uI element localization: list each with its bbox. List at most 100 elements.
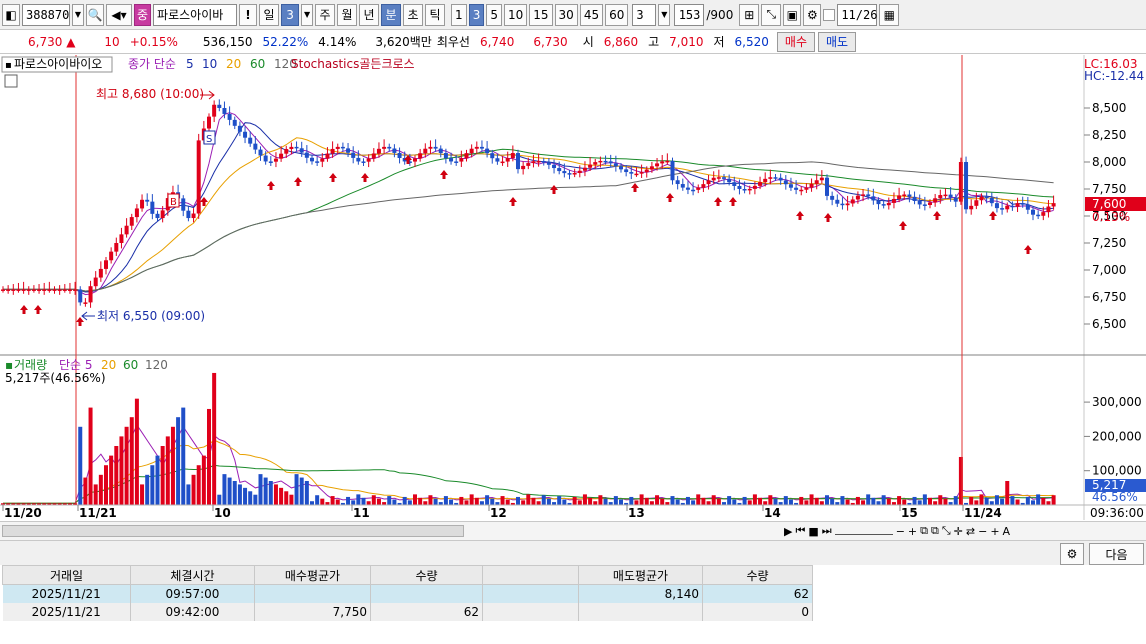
candle — [114, 243, 119, 252]
candle — [37, 289, 42, 291]
volume-bar — [505, 499, 510, 505]
zoom-in-icon[interactable]: + — [908, 525, 917, 538]
best-label: 최우선 — [436, 35, 470, 49]
plus-icon[interactable]: + — [990, 525, 999, 538]
candle — [943, 194, 948, 197]
minute-45[interactable]: 45 — [579, 3, 604, 26]
zoom-out-icon[interactable]: − — [896, 525, 905, 538]
text-icon[interactable]: A — [1003, 525, 1011, 538]
candle — [835, 199, 840, 204]
minute-10[interactable]: 10 — [503, 3, 528, 26]
draw-tool-icon[interactable]: ⤡ — [761, 3, 782, 26]
candle — [351, 152, 356, 158]
panel-icon-1[interactable]: ⧉ — [920, 524, 928, 538]
count-input[interactable]: 153 — [674, 3, 705, 26]
period-minute[interactable]: 분 — [381, 3, 402, 26]
period-day[interactable]: 일 — [259, 3, 280, 26]
date-input[interactable]: 11/26 — [837, 3, 877, 26]
chart-list-icon[interactable] — [4, 74, 18, 88]
volume-bar — [310, 501, 314, 505]
code-dropdown[interactable]: ▼ — [72, 3, 84, 26]
minute-5[interactable]: 5 — [486, 3, 502, 26]
volume-bar — [655, 495, 660, 505]
crosshair-icon[interactable]: ✛ — [954, 525, 963, 538]
period-week[interactable]: 주 — [315, 3, 336, 26]
search-icon[interactable]: 🔍 — [86, 3, 104, 26]
turnover-pct: 4.14% — [318, 34, 357, 49]
trade-amount: 3,620백만 — [375, 35, 432, 49]
date-checkbox[interactable] — [823, 8, 836, 21]
custom-minute-input[interactable]: 3 — [632, 3, 657, 26]
speaker-icon[interactable]: ◀▾ — [106, 3, 132, 26]
stock-chart[interactable]: ▪ 파로스아이바이오 종가 단순 5 10 20 60 120 Stochastics골든… — [0, 55, 1146, 520]
window-icon[interactable]: ◧ — [2, 3, 20, 26]
minute-15[interactable]: 15 — [529, 3, 553, 26]
volume-bar — [546, 498, 551, 505]
candle — [727, 178, 732, 183]
settings-icon[interactable]: ⚙ — [803, 3, 822, 26]
candle — [572, 173, 577, 175]
candle — [516, 153, 520, 170]
volume: 536,150 — [202, 34, 253, 49]
draw-icon[interactable]: ⤡ — [942, 524, 951, 538]
volume-bar — [541, 495, 546, 505]
minute-30[interactable]: 30 — [554, 3, 578, 26]
save-icon[interactable]: ▣ — [783, 3, 802, 26]
scroll-last-icon[interactable]: ⏭ — [822, 524, 832, 538]
period-dropdown[interactable]: ▼ — [301, 3, 314, 26]
scroll-thumb[interactable] — [2, 525, 464, 537]
sell-button[interactable]: 매도 — [818, 31, 857, 52]
candle — [474, 146, 479, 149]
panel-icon-2[interactable]: ⧉ — [931, 524, 939, 538]
alert-button[interactable]: ! — [239, 3, 258, 26]
minute-3[interactable]: 3 — [468, 3, 485, 26]
volume-bar — [840, 496, 845, 505]
table-row[interactable]: 2025/11/21 09:57:00 8,140 62 — [2, 584, 813, 603]
panel-settings-button[interactable]: ⚙ — [1060, 543, 1084, 565]
header-date: 거래일 — [2, 565, 131, 585]
candle — [634, 173, 639, 176]
candle — [340, 146, 345, 149]
volume-bar — [150, 465, 155, 505]
period-second[interactable]: 초 — [403, 3, 424, 26]
candle — [129, 217, 134, 226]
period-number[interactable]: 3 — [281, 3, 300, 26]
scroll-stop-icon[interactable]: ■ — [808, 525, 818, 538]
minute-1[interactable]: 1 — [451, 3, 467, 26]
volume-info: 5,217주(46.56%) — [5, 371, 106, 385]
zoom-slider[interactable] — [834, 527, 893, 535]
next-button[interactable]: 다음 — [1089, 543, 1144, 565]
candle — [1020, 203, 1025, 205]
scroll-first-icon[interactable]: ⏮ — [795, 524, 805, 538]
minute-60[interactable]: 60 — [605, 3, 629, 26]
volume-bar — [479, 501, 484, 505]
buy-button[interactable]: 매수 — [776, 31, 815, 52]
stock-code-input[interactable]: 388870 — [22, 3, 70, 26]
volume-bar — [88, 407, 93, 505]
period-year[interactable]: 년 — [359, 3, 380, 26]
candle — [814, 180, 819, 184]
period-tick[interactable]: 틱 — [425, 3, 446, 26]
custom-minute-dropdown[interactable]: ▼ — [658, 3, 671, 26]
candle — [346, 148, 351, 153]
candle — [500, 161, 505, 164]
volume-tick-label: 100,000 — [1092, 464, 1142, 478]
volume-bar — [644, 497, 649, 505]
minus-icon[interactable]: − — [978, 525, 987, 538]
link-icon[interactable]: ⇄ — [966, 525, 975, 538]
volume-bar — [268, 480, 273, 505]
candle — [737, 185, 742, 189]
chart-scrollbar[interactable]: ▶ ⏮ ■ ⏭ − + ⧉ ⧉ ⤡ ✛ ⇄ − + A — [0, 521, 1146, 541]
time-now: 09:36:00 — [1090, 506, 1144, 520]
calendar-icon[interactable]: ▦ — [879, 3, 900, 26]
period-month[interactable]: 월 — [337, 3, 358, 26]
candle — [387, 146, 392, 149]
volume-bar — [855, 496, 860, 505]
candle — [984, 196, 989, 199]
scroll-right-icon[interactable]: ▶ — [784, 525, 792, 538]
volume-bar — [922, 494, 927, 505]
chart-tool-icon[interactable]: ⊞ — [739, 3, 760, 26]
table-row[interactable]: 2025/11/21 09:42:00 7,750 62 0 — [2, 602, 813, 621]
candle — [866, 194, 871, 197]
volume-bar — [119, 436, 124, 505]
